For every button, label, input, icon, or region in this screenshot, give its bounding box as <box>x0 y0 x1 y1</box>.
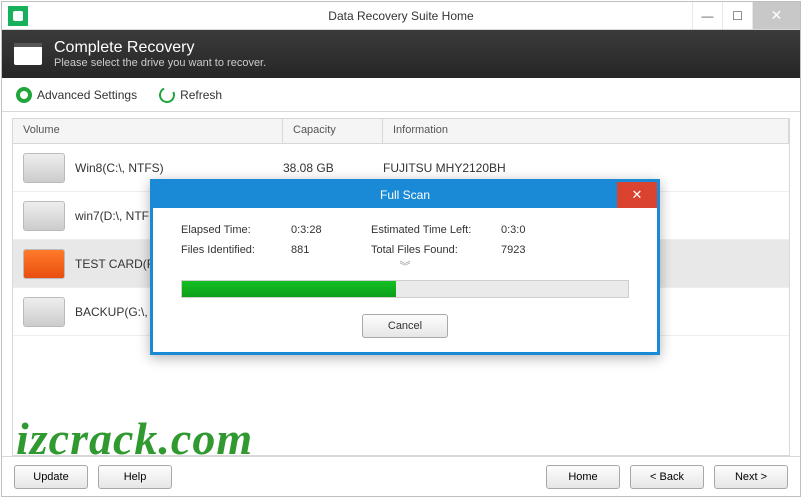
dialog-titlebar: Full Scan ✕ <box>153 182 657 208</box>
window-title: Data Recovery Suite Home <box>2 9 800 23</box>
help-button[interactable]: Help <box>98 465 172 489</box>
col-capacity[interactable]: Capacity <box>283 119 383 143</box>
app-icon <box>8 6 28 26</box>
total-files-value: 7923 <box>501 244 561 256</box>
dialog-title: Full Scan <box>380 188 430 202</box>
drive-info: FUJITSU MHY2120BH <box>383 161 789 175</box>
progress-fill <box>182 281 396 297</box>
col-volume[interactable]: Volume <box>13 119 283 143</box>
maximize-button[interactable]: ☐ <box>722 2 752 29</box>
advanced-label: Advanced Settings <box>37 88 137 102</box>
drive-icon <box>23 201 65 231</box>
eta-label: Estimated Time Left: <box>371 224 501 236</box>
banner-sub: Please select the drive you want to reco… <box>54 57 266 69</box>
window-close-button[interactable]: ✕ <box>752 2 800 29</box>
drive-capacity: 38.08 GB <box>283 161 383 175</box>
files-identified-value: 881 <box>291 244 371 256</box>
gear-icon <box>16 87 32 103</box>
drive-icon <box>23 153 65 183</box>
home-button[interactable]: Home <box>546 465 620 489</box>
titlebar: Data Recovery Suite Home — ☐ ✕ <box>2 2 800 30</box>
toolbar: Advanced Settings Refresh <box>2 78 800 112</box>
progress-bar <box>181 280 629 298</box>
minimize-button[interactable]: — <box>692 2 722 29</box>
banner-heading: Complete Recovery <box>54 39 266 57</box>
drive-list-header: Volume Capacity Information <box>12 118 790 144</box>
full-scan-dialog: Full Scan ✕ Elapsed Time: 0:3:28 Estimat… <box>150 179 660 355</box>
update-button[interactable]: Update <box>14 465 88 489</box>
expand-icon[interactable]: ︾ <box>181 258 629 274</box>
refresh-button[interactable]: Refresh <box>159 87 222 103</box>
footer: Update Help Home < Back Next > <box>2 456 800 496</box>
drive-icon <box>23 297 65 327</box>
drive-icon <box>14 43 42 65</box>
elapsed-value: 0:3:28 <box>291 224 371 236</box>
col-information[interactable]: Information <box>383 119 789 143</box>
cancel-button[interactable]: Cancel <box>362 314 448 338</box>
advanced-settings-button[interactable]: Advanced Settings <box>16 87 137 103</box>
back-button[interactable]: < Back <box>630 465 704 489</box>
dialog-close-button[interactable]: ✕ <box>617 182 657 208</box>
eta-value: 0:3:0 <box>501 224 561 236</box>
elapsed-label: Elapsed Time: <box>181 224 291 236</box>
refresh-label: Refresh <box>180 88 222 102</box>
next-button[interactable]: Next > <box>714 465 788 489</box>
banner: Complete Recovery Please select the driv… <box>2 30 800 78</box>
total-files-label: Total Files Found: <box>371 244 501 256</box>
files-identified-label: Files Identified: <box>181 244 291 256</box>
drive-volume: Win8(C:\, NTFS) <box>75 161 283 175</box>
drive-icon <box>23 249 65 279</box>
refresh-icon <box>157 84 178 105</box>
